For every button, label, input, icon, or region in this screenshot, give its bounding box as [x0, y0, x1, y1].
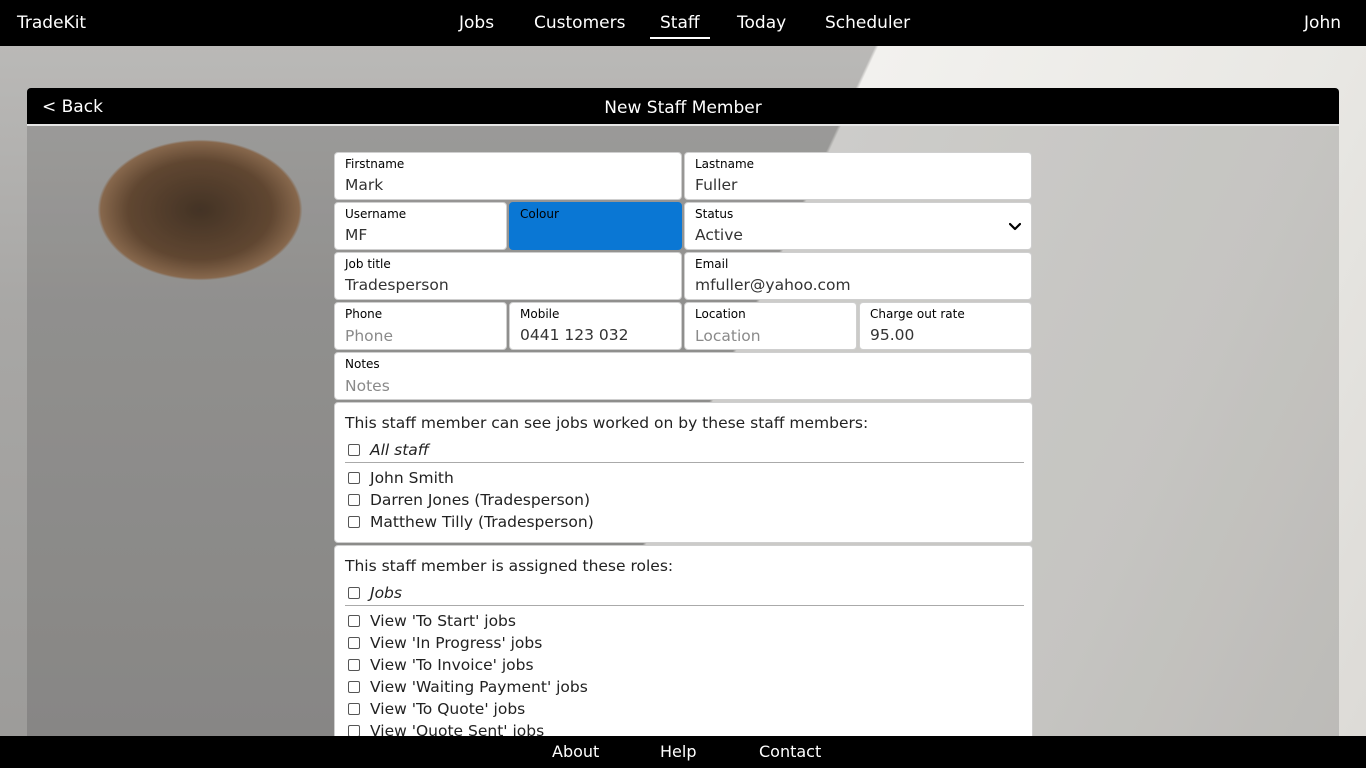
email-field[interactable]: Email mfuller@yahoo.com — [684, 252, 1032, 300]
location-label: Location — [695, 307, 746, 321]
staff-checkbox[interactable] — [348, 472, 360, 484]
panel-header: < Back New Staff Member — [27, 88, 1339, 126]
jobs-group-checkbox[interactable] — [348, 587, 360, 599]
roles-heading: This staff member is assigned these role… — [345, 557, 674, 575]
all-staff-option[interactable]: All staff — [348, 441, 429, 459]
user-menu[interactable]: John — [1304, 13, 1341, 33]
phone-input[interactable] — [335, 323, 506, 349]
role-option[interactable]: View 'To Invoice' jobs — [348, 656, 534, 674]
footer-contact-link[interactable]: Contact — [759, 742, 821, 761]
role-checkbox[interactable] — [348, 637, 360, 649]
role-option[interactable]: View 'To Quote' jobs — [348, 700, 525, 718]
role-label: View 'Waiting Payment' jobs — [370, 678, 588, 696]
staff-option-label: Matthew Tilly (Tradesperson) — [370, 513, 594, 531]
location-field[interactable]: Location — [684, 302, 857, 350]
role-checkbox[interactable] — [348, 659, 360, 671]
status-label: Status — [695, 207, 734, 221]
charge-out-rate-label: Charge out rate — [870, 307, 965, 321]
staff-option[interactable]: John Smith — [348, 469, 454, 487]
notes-field[interactable]: Notes — [334, 352, 1032, 400]
charge-out-rate-value[interactable]: 95.00 — [870, 326, 914, 344]
nav-jobs[interactable]: Jobs — [459, 13, 494, 33]
phone-field[interactable]: Phone — [334, 302, 507, 350]
jobs-group-option[interactable]: Jobs — [348, 584, 402, 602]
role-label: View 'To Quote' jobs — [370, 700, 526, 718]
role-option[interactable]: View 'In Progress' jobs — [348, 634, 542, 652]
chevron-down-icon[interactable] — [1009, 221, 1021, 233]
firstname-field[interactable]: Firstname Mark — [334, 152, 682, 200]
jobs-group-label: Jobs — [370, 584, 402, 602]
username-value[interactable]: MF — [345, 226, 367, 244]
job-title-label: Job title — [345, 257, 391, 271]
visibility-heading: This staff member can see jobs worked on… — [345, 414, 869, 432]
footer-help-link[interactable]: Help — [660, 742, 696, 761]
phone-label: Phone — [345, 307, 383, 321]
firstname-label: Firstname — [345, 157, 405, 171]
role-label: View 'To Start' jobs — [370, 612, 516, 630]
firstname-value[interactable]: Mark — [345, 176, 383, 194]
role-label: View 'To Invoice' jobs — [370, 656, 534, 674]
lastname-label: Lastname — [695, 157, 755, 171]
role-label: View 'In Progress' jobs — [370, 634, 543, 652]
role-option[interactable]: View 'Waiting Payment' jobs — [348, 678, 588, 696]
staff-option-label: Darren Jones (Tradesperson) — [370, 491, 591, 509]
job-title-value[interactable]: Tradesperson — [345, 276, 449, 294]
status-select[interactable]: Status Active — [684, 202, 1032, 250]
mobile-label: Mobile — [520, 307, 560, 321]
role-option[interactable]: View 'To Start' jobs — [348, 612, 516, 630]
visibility-section: This staff member can see jobs worked on… — [334, 402, 1033, 543]
job-title-field[interactable]: Job title Tradesperson — [334, 252, 682, 300]
location-input[interactable] — [685, 323, 856, 349]
charge-out-rate-field[interactable]: Charge out rate 95.00 — [859, 302, 1032, 350]
page-title: New Staff Member — [604, 98, 762, 118]
username-field[interactable]: Username MF — [334, 202, 507, 250]
all-staff-label: All staff — [370, 441, 429, 459]
all-staff-checkbox[interactable] — [348, 444, 360, 456]
staff-option[interactable]: Matthew Tilly (Tradesperson) — [348, 513, 594, 531]
mobile-field[interactable]: Mobile 0441 123 032 — [509, 302, 682, 350]
top-navbar: TradeKit Jobs Customers Staff Today Sche… — [0, 0, 1366, 46]
colour-picker[interactable]: Colour — [509, 202, 682, 250]
nav-staff[interactable]: Staff — [650, 13, 710, 39]
email-value[interactable]: mfuller@yahoo.com — [695, 276, 851, 294]
divider — [345, 605, 1024, 606]
nav-customers[interactable]: Customers — [534, 13, 625, 33]
nav-today[interactable]: Today — [737, 13, 786, 33]
lastname-field[interactable]: Lastname Fuller — [684, 152, 1032, 200]
role-checkbox[interactable] — [348, 681, 360, 693]
staff-option[interactable]: Darren Jones (Tradesperson) — [348, 491, 590, 509]
staff-checkbox[interactable] — [348, 516, 360, 528]
role-checkbox[interactable] — [348, 615, 360, 627]
status-value[interactable]: Active — [695, 226, 743, 244]
nav-scheduler[interactable]: Scheduler — [825, 13, 910, 33]
footer-about-link[interactable]: About — [552, 742, 599, 761]
staff-checkbox[interactable] — [348, 494, 360, 506]
notes-label: Notes — [345, 357, 380, 371]
notes-input[interactable] — [335, 373, 1031, 399]
main-nav: Jobs Customers Staff Today Scheduler — [0, 0, 1366, 46]
roles-section: This staff member is assigned these role… — [334, 545, 1033, 740]
username-label: Username — [345, 207, 407, 221]
footer: About Help Contact — [0, 736, 1366, 768]
mobile-value[interactable]: 0441 123 032 — [520, 326, 628, 344]
role-checkbox[interactable] — [348, 703, 360, 715]
divider — [345, 462, 1024, 463]
lastname-value[interactable]: Fuller — [695, 176, 737, 194]
email-label: Email — [695, 257, 729, 271]
colour-label: Colour — [520, 207, 559, 221]
staff-option-label: John Smith — [370, 469, 454, 487]
